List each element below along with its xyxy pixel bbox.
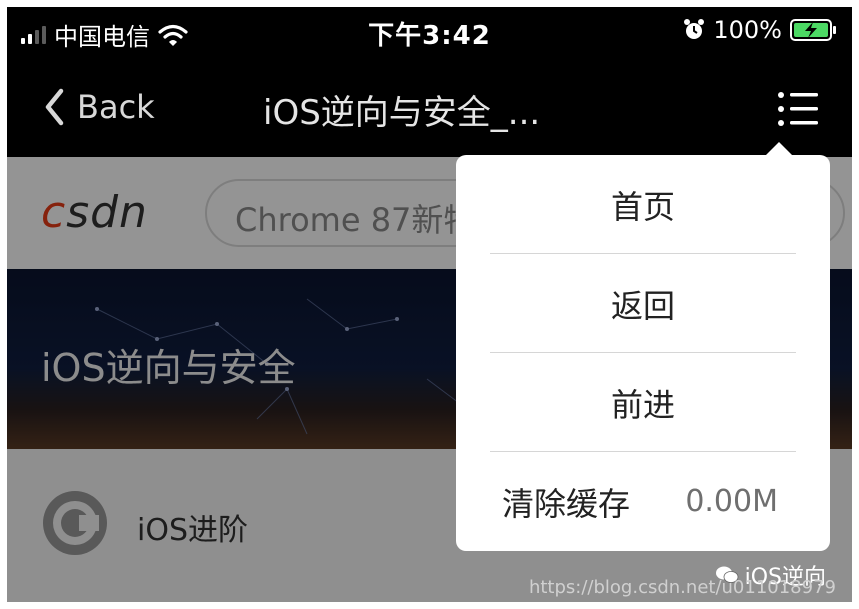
list-menu-icon[interactable] xyxy=(776,89,820,129)
chevron-left-icon xyxy=(45,88,64,126)
menu-item-home[interactable]: 首页 xyxy=(456,155,830,254)
right-status-group: 100% xyxy=(683,16,838,44)
alarm-icon xyxy=(684,19,705,39)
menu-item-clear-cache[interactable]: 清除缓存 0.00M xyxy=(456,452,830,551)
status-bar: 中国电信 下午3:42 100% xyxy=(7,7,852,63)
options-menu: 首页 返回 前进 清除缓存 0.00M xyxy=(456,155,830,551)
watermark-url: https://blog.csdn.net/u011018979 xyxy=(528,577,836,598)
battery-charging-icon xyxy=(790,19,836,41)
menu-item-back[interactable]: 返回 xyxy=(456,254,830,353)
back-button[interactable]: Back xyxy=(43,87,155,127)
menu-item-forward[interactable]: 前进 xyxy=(456,353,830,452)
clear-cache-label: 清除缓存 xyxy=(502,484,631,523)
navigation-bar: Back iOS逆向与安全_... xyxy=(7,63,852,157)
back-label: Back xyxy=(77,88,155,126)
page-title: iOS逆向与安全_... xyxy=(263,93,541,133)
phone-screen: 中国电信 下午3:42 100% Back iOS逆向与安全_... csdn … xyxy=(7,7,852,602)
cache-size: 0.00M xyxy=(685,484,778,519)
battery-percent: 100% xyxy=(713,16,782,44)
